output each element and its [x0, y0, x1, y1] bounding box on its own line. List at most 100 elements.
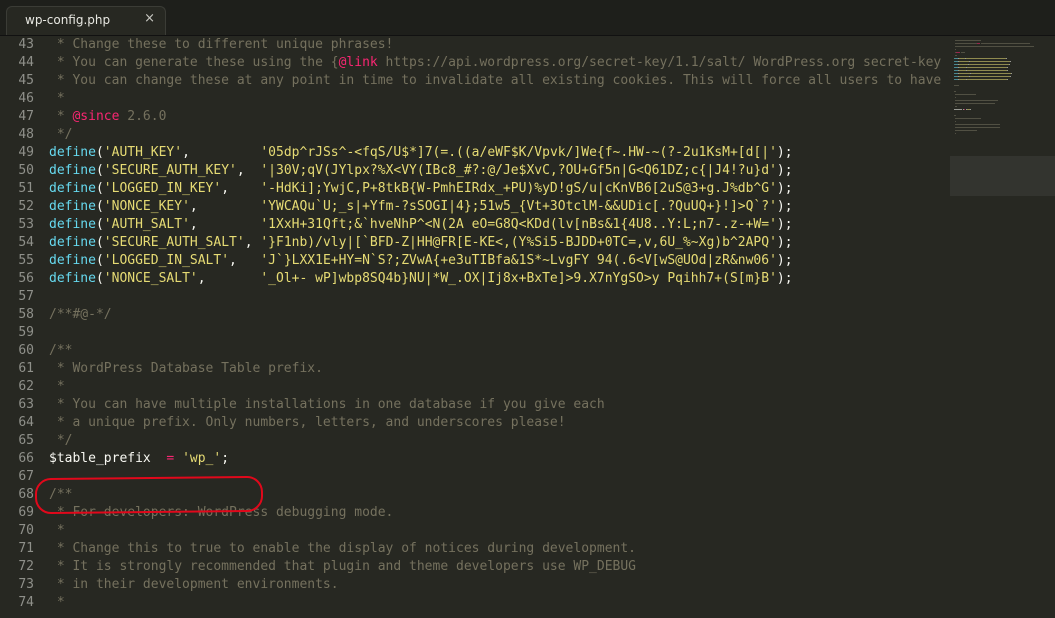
code-token: (: [95, 235, 104, 250]
code-token: define: [49, 145, 96, 160]
line-number: 64: [18, 415, 34, 430]
minimap-line: [959, 67, 966, 68]
line-number: 73: [18, 577, 34, 592]
minimap-line: [1007, 67, 1008, 68]
close-icon[interactable]: ×: [144, 11, 155, 26]
tab-filename: wp-config.php: [25, 13, 111, 27]
code-token: ,: [189, 199, 261, 214]
code-token: 'YWCAQu`U;_s|+Yfm-?sSOGI|4};51w5_{Vt+3Ot…: [260, 199, 777, 214]
minimap-line: [959, 73, 970, 74]
code-token: * You can change these at any point in t…: [56, 73, 950, 88]
code-token: * a unique prefix. Only numbers, letters…: [49, 415, 566, 430]
code-token: define: [49, 271, 96, 286]
code-line[interactable]: * You can have multiple installations in…: [49, 396, 949, 414]
code-token: define: [49, 199, 96, 214]
code-line[interactable]: */: [49, 432, 949, 450]
minimap-line: [970, 109, 971, 110]
line-number: 66: [18, 451, 34, 466]
code-line[interactable]: define('SECURE_AUTH_SALT', '}F1nb)/vly|[…: [49, 234, 949, 252]
code-line[interactable]: define('LOGGED_IN_SALT', 'J`}LXX1E+HY=N`…: [49, 252, 949, 270]
code-line[interactable]: * Change this to true to enable the disp…: [49, 540, 949, 558]
code-line[interactable]: [49, 324, 949, 342]
minimap-line: [1006, 58, 1007, 59]
code-line[interactable]: define('NONCE_SALT', '_Ol+- wP]wbp8SQ4b}…: [49, 270, 949, 288]
code-line[interactable]: $table_prefix = 'wp_';: [49, 450, 949, 468]
minimap-line: [969, 64, 1009, 65]
code-line[interactable]: [49, 288, 949, 306]
code-line[interactable]: *: [49, 90, 949, 108]
code-token: *: [49, 109, 73, 124]
minimap-line: [959, 70, 966, 71]
code-token: ;: [221, 451, 230, 466]
code-token: 'wp_': [182, 451, 222, 466]
minimap-line: [981, 43, 1030, 44]
minimap-viewport[interactable]: [950, 156, 1055, 196]
minimap-line: [955, 43, 977, 44]
code-line[interactable]: * Change these to different unique phras…: [49, 36, 949, 54]
minimap-line: [1009, 64, 1010, 65]
code-line[interactable]: * a unique prefix. Only numbers, letters…: [49, 414, 949, 432]
code-token: 'NONCE_SALT': [103, 271, 198, 286]
code-line[interactable]: define('LOGGED_IN_KEY', '-HdKi];YwjC,P+8…: [49, 180, 949, 198]
code-token: 'NONCE_KEY': [103, 199, 190, 214]
code-token: ,: [221, 181, 261, 196]
code-line[interactable]: * WordPress Database Table prefix.: [49, 360, 949, 378]
code-token: $table_prefix: [49, 451, 151, 466]
code-line[interactable]: * You can generate these using the {@lin…: [49, 54, 950, 72]
minimap[interactable]: [950, 36, 1055, 618]
code-token: ,: [197, 271, 261, 286]
minimap-line: [1007, 70, 1008, 71]
code-token: );: [776, 271, 793, 286]
line-number: 60: [18, 343, 34, 358]
code-line[interactable]: define('SECURE_AUTH_KEY', '|30V;qV(JYlpx…: [49, 162, 949, 180]
code-line[interactable]: define('AUTH_KEY', '05dp^rJSs^-<fqS/U$*]…: [49, 144, 949, 162]
minimap-line: [955, 121, 956, 122]
code-line[interactable]: * in their development environments.: [49, 576, 949, 594]
code-token: 'LOGGED_IN_SALT': [103, 253, 230, 268]
line-number: 52: [18, 199, 34, 214]
code-line[interactable]: /**: [49, 342, 949, 360]
code-token: (: [95, 145, 104, 160]
code-token: 'AUTH_SALT': [103, 217, 190, 232]
code-token: '-HdKi];YwjC,P+8tkB{W-PmhEIRdx_+PU)%yD!g…: [260, 181, 777, 196]
code-line[interactable]: * @since 2.6.0: [49, 108, 949, 126]
code-line[interactable]: *: [49, 594, 949, 612]
code-token: ,: [236, 163, 261, 178]
code-token: /**: [49, 343, 73, 358]
code-token: define: [49, 163, 96, 178]
line-number: 58: [18, 307, 34, 322]
code-editor[interactable]: 43 44 45 46 47 48 49 50 51 52 53 54 55 56 57 58 59 60 61 62…: [0, 36, 950, 618]
minimap-line: [967, 79, 1007, 80]
minimap-line: [967, 70, 1007, 71]
code-line[interactable]: *: [49, 378, 949, 396]
code-line[interactable]: *: [49, 522, 949, 540]
minimap-line: [1011, 73, 1012, 74]
line-number: 57: [18, 289, 34, 304]
code-line[interactable]: * You can change these at any point in t…: [49, 72, 950, 90]
code-token: 'J`}LXX1E+HY=N`S?;ZVwA{+e3uTIBfa&1S*~Lvg…: [260, 253, 777, 268]
code-line[interactable]: define('NONCE_KEY', 'YWCAQu`U;_s|+Yfm-?s…: [49, 198, 949, 216]
code-line[interactable]: */: [49, 126, 949, 144]
code-token: );: [776, 235, 793, 250]
minimap-line: [955, 97, 956, 98]
minimap-line: [1010, 61, 1011, 62]
code-token: '1XxH+31Qft;&`hveNhP^<N(2A eO=G8Q<KDd(lv…: [260, 217, 777, 232]
code-token: * Change these to different unique phras…: [49, 37, 394, 52]
code-token: );: [776, 145, 793, 160]
code-token: *: [49, 91, 65, 106]
minimap-line: [970, 76, 1010, 77]
minimap-line: [955, 106, 957, 107]
code-area[interactable]: * Change these to different unique phras…: [49, 36, 950, 612]
code-token: * WordPress Database Table prefix.: [49, 361, 323, 376]
code-token: );: [776, 253, 793, 268]
minimap-line: [959, 61, 969, 62]
code-line[interactable]: * It is strongly recommended that plugin…: [49, 558, 949, 576]
file-tab[interactable]: wp-config.php ×: [6, 6, 166, 35]
line-number: 63: [18, 397, 34, 412]
code-line[interactable]: define('AUTH_SALT', '1XxH+31Qft;&`hveNhP…: [49, 216, 949, 234]
line-number: 50: [18, 163, 34, 178]
minimap-line: [955, 133, 956, 134]
code-line[interactable]: /**#@-*/: [49, 306, 949, 324]
code-token: 'LOGGED_IN_KEY': [103, 181, 222, 196]
code-token: *: [49, 523, 65, 538]
